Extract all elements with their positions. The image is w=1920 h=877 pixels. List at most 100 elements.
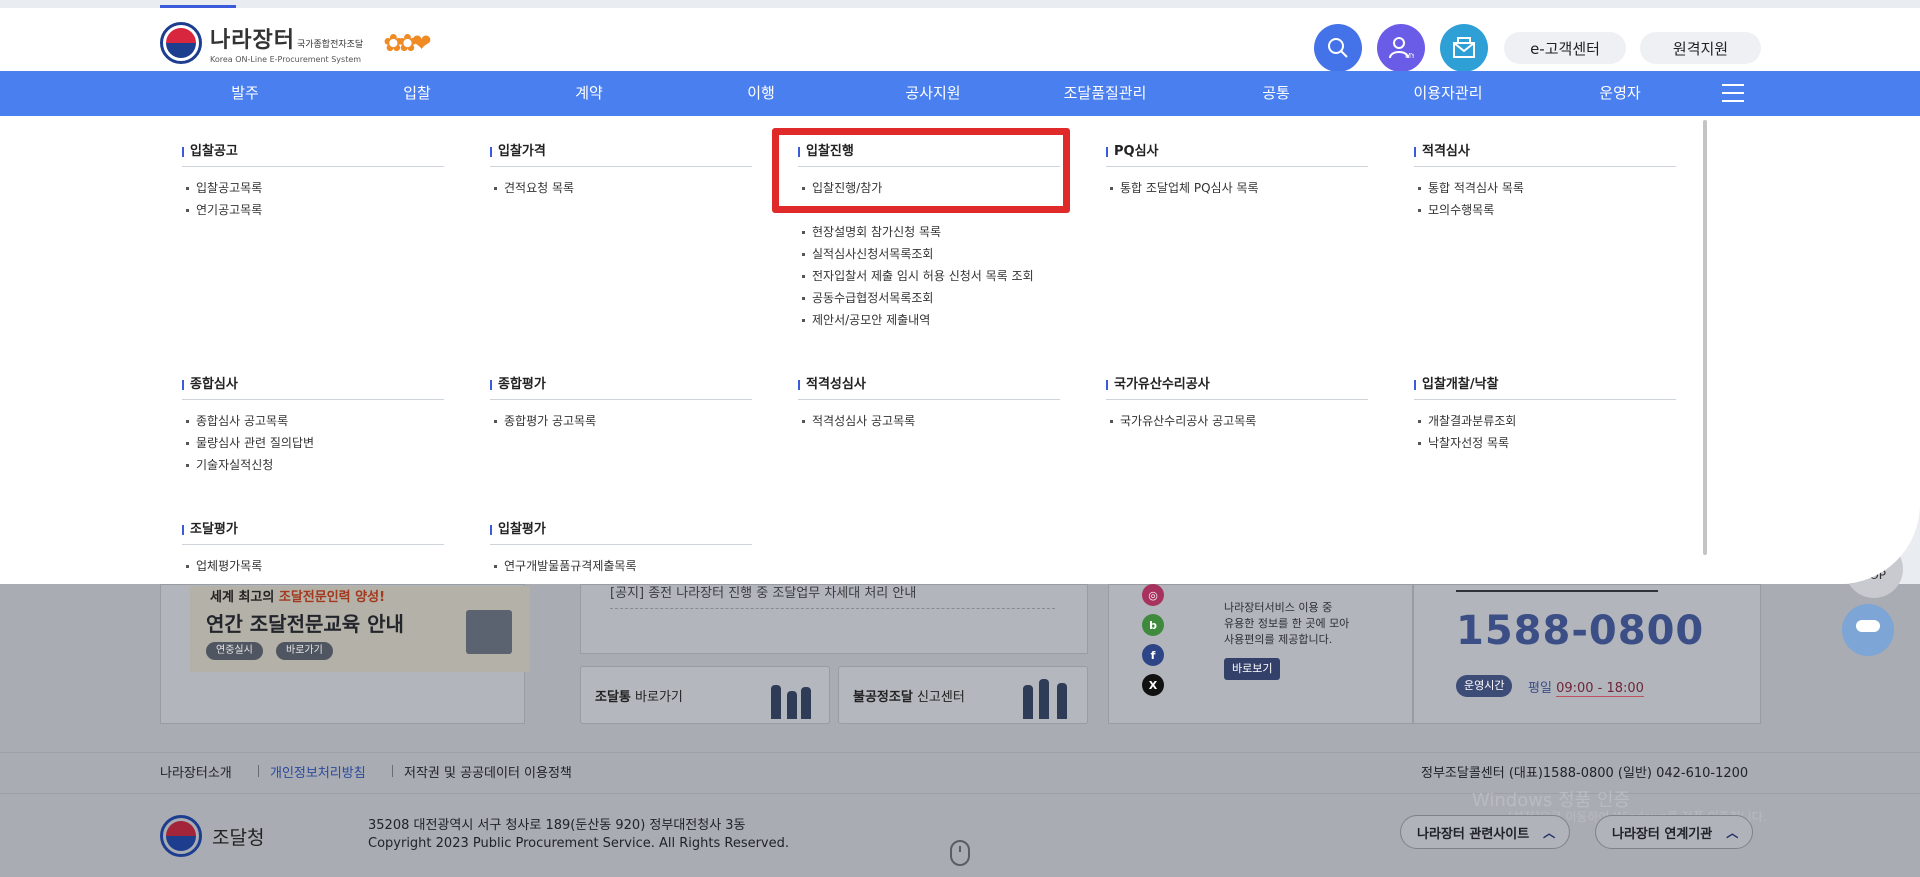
unfair-procurement-shortcut[interactable]: 불공정조달 신고센터 [838, 666, 1088, 724]
sns-text-3: 사용편의를 제공합니다. [1224, 633, 1333, 646]
menu-item[interactable]: 물량심사 관련 질의답변 [182, 432, 444, 454]
linked-orgs-button[interactable]: 나라장터 연계기관 ︿ [1595, 815, 1754, 849]
menu-item[interactable]: 통합 조달업체 PQ심사 목록 [1106, 177, 1368, 199]
instagram-icon[interactable]: ◎ [1142, 584, 1164, 606]
menu-item[interactable]: 실적심사신청서목록조회 [798, 243, 1060, 265]
menu-item[interactable]: 현장설명회 참가신청 목록 [798, 221, 1060, 243]
menu-item-bid-participation[interactable]: 입찰진행/참가 [798, 177, 1060, 199]
menu-item[interactable]: 통합 적격심사 목록 [1414, 177, 1676, 199]
menu-group-bid-price: 입찰가격 견적요청 목록 [490, 142, 752, 199]
menu-item[interactable]: 개찰결과분류조회 [1414, 410, 1676, 432]
pps-emblem-icon [160, 815, 202, 857]
menu-item[interactable]: 업체평가목록 [182, 555, 444, 577]
business-people-icon [1021, 673, 1071, 719]
menu-group-comprehensive-review: 종합심사 종합심사 공고목록 물량심사 관련 질의답변 기술자실적신청 [182, 375, 444, 476]
svg-text:MY: MY [1405, 52, 1414, 60]
education-banner[interactable]: 세계 최고의 조달전문인력 양성! 연간 조달전문교육 안내 연중실시 바로가기 [190, 586, 530, 672]
shortcut1-bold: 조달통 [595, 690, 631, 705]
menu-item-hidden[interactable] [798, 199, 1060, 221]
mega-menu-panel: 입찰공고 입찰공고목록 연기공고목록 입찰가격 견적요청 목록 입찰진행 입찰진… [0, 116, 1920, 584]
search-button[interactable] [1314, 24, 1362, 72]
menu-group-title: 입찰가격 [490, 142, 752, 167]
nav-item-fulfillment[interactable]: 이행 [747, 71, 775, 116]
menu-item[interactable]: 국가유산수리공사 공고목록 [1106, 410, 1368, 432]
logo-subtitle: Korea ON-Line E-Procurement System [210, 55, 362, 64]
menu-group-bid-notice: 입찰공고 입찰공고목록 연기공고목록 [182, 142, 444, 221]
x-icon[interactable]: X [1142, 674, 1164, 696]
nav-item-construction[interactable]: 공사지원 [905, 71, 960, 116]
menu-item[interactable]: 연구개발물품규격제출목록 [490, 555, 752, 577]
scroll-mouse-icon [950, 840, 970, 866]
menu-group-bid-evaluation: 입찰평가 연구개발물품규격제출목록 [490, 520, 752, 577]
menu-item[interactable]: 기술자실적신청 [182, 454, 444, 476]
menu-item[interactable]: 종합평가 공고목록 [490, 410, 752, 432]
people-illustration-icon [763, 673, 813, 719]
menu-group-title: 조달평가 [182, 520, 444, 545]
top-strip [0, 0, 1920, 8]
callcenter-card [1413, 584, 1761, 724]
notice-divider [610, 608, 1055, 609]
footer-link-copyright[interactable]: 저작권 및 공공데이터 이용정책 [392, 762, 572, 781]
menu-group-title: 적격심사 [1414, 142, 1676, 167]
mega-menu-scrollbar[interactable] [1703, 120, 1707, 555]
chevron-up-icon: ︿ [1543, 825, 1556, 840]
menu-item[interactable]: 모의수행목록 [1414, 199, 1676, 221]
mail-button[interactable] [1440, 24, 1488, 72]
nav-item-order[interactable]: 발주 [231, 71, 259, 116]
banner-go-button[interactable]: 바로가기 [276, 642, 333, 660]
nav-item-common[interactable]: 공통 [1262, 71, 1290, 116]
hours-badge: 운영시간 [1456, 675, 1513, 697]
chevron-up-icon: ︿ [1726, 825, 1739, 840]
menu-item[interactable]: 제안서/공모안 제출내역 [798, 309, 1060, 331]
logo-small-text: 국가종합전자조달 [296, 40, 364, 50]
menu-item[interactable]: 적격성심사 공고목록 [798, 410, 1060, 432]
nav-item-user-management[interactable]: 이용자관리 [1413, 71, 1482, 116]
related-sites-button[interactable]: 나라장터 관련사이트 ︿ [1400, 815, 1571, 849]
menu-item[interactable]: 공동수급협정서목록조회 [798, 287, 1060, 309]
nav-item-quality[interactable]: 조달품질관리 [1064, 71, 1147, 116]
menu-item[interactable]: 견적요청 목록 [490, 177, 752, 199]
banner-line1-a: 세계 최고의 [210, 590, 279, 605]
notice-item[interactable]: [공지] 종전 나라장터 진행 중 조달업무 차세대 처리 안내 [610, 582, 916, 601]
nav-item-contract[interactable]: 계약 [575, 71, 603, 116]
menu-group-suitability: 적격성심사 적격성심사 공고목록 [798, 375, 1060, 432]
menu-group-title: 종합평가 [490, 375, 752, 400]
sns-text-1: 나라장터서비스 이용 중 [1224, 601, 1333, 614]
menu-group-opening-award: 입찰개찰/낙찰 개찰결과분류조회 낙찰자선정 목록 [1414, 375, 1676, 454]
jodaltong-shortcut[interactable]: 조달통 바로가기 [580, 666, 830, 724]
footer-callcenter: 정부조달콜센터 (대표)1588-0800 (일반) 042-610-1200 [1421, 766, 1749, 781]
related-sites-label: 나라장터 관련사이트 [1417, 826, 1530, 842]
mascot-chatbot-icon[interactable] [1842, 604, 1894, 656]
my-page-button[interactable]: MY [1377, 24, 1425, 72]
menu-group-title: PQ심사 [1106, 142, 1368, 167]
facebook-icon[interactable]: f [1142, 644, 1164, 666]
sns-view-button[interactable]: 바로보기 [1224, 658, 1281, 680]
footer-link-about[interactable]: 나라장터소개 [160, 762, 232, 781]
blog-icon[interactable]: b [1142, 614, 1164, 636]
hours-time: 09:00 - 18:00 [1556, 681, 1644, 697]
footer-org-name: 조달청 [212, 826, 265, 849]
nav-item-operator[interactable]: 운영자 [1599, 71, 1640, 116]
remote-support-button[interactable]: 원격지원 [1640, 32, 1761, 64]
taegeuk-emblem-icon [160, 22, 202, 64]
footer-link-privacy[interactable]: 개인정보처리방침 [258, 762, 366, 781]
menu-item[interactable]: 전자입찰서 제출 임시 허용 신청서 목록 조회 [798, 265, 1060, 287]
menu-item[interactable]: 입찰공고목록 [182, 177, 444, 199]
hamburger-menu-icon[interactable] [1722, 84, 1744, 102]
customer-center-button[interactable]: e-고객센터 [1504, 32, 1626, 64]
menu-group-title: 입찰공고 [182, 142, 444, 167]
menu-group-title: 입찰개찰/낙찰 [1414, 375, 1676, 400]
site-logo[interactable]: 나라장터 국가종합전자조달 Korea ON-Line E-Procurement… [160, 22, 432, 64]
flower-decoration-icon: ✿✿❤ [383, 29, 431, 57]
shortcut2-rest: 신고센터 [912, 690, 965, 705]
banner-title: 연간 조달전문교육 안내 [206, 612, 404, 636]
nav-item-bid[interactable]: 입찰 [403, 71, 431, 116]
my-page-icon: MY [1389, 37, 1414, 60]
menu-item[interactable]: 연기공고목록 [182, 199, 444, 221]
menu-item[interactable]: 낙찰자선정 목록 [1414, 432, 1676, 454]
books-icon [466, 610, 512, 654]
menu-group-bid-progress: 입찰진행 입찰진행/참가 현장설명회 참가신청 목록 실적심사신청서목록조회 전… [798, 142, 1060, 331]
menu-item[interactable]: 종합심사 공고목록 [182, 410, 444, 432]
menu-group-pq: PQ심사 통합 조달업체 PQ심사 목록 [1106, 142, 1368, 199]
menu-group-heritage: 국가유산수리공사 국가유산수리공사 공고목록 [1106, 375, 1368, 432]
